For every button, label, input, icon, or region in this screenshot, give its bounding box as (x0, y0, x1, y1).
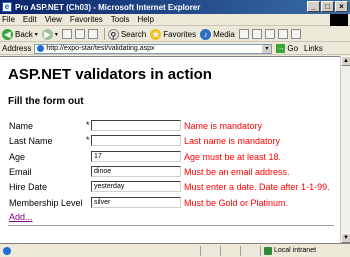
maximize-button[interactable]: □ (321, 1, 334, 12)
menu-help[interactable]: Help (137, 15, 153, 24)
intranet-zone-icon (264, 247, 272, 255)
search-label: Search (120, 29, 147, 39)
forward-arrow-icon: ▶ (41, 28, 53, 40)
form-row-hire-date: Hire Date yesterday Must enter a date. D… (9, 181, 339, 193)
stop-icon[interactable] (61, 29, 72, 39)
menu-favorites[interactable]: Favorites (70, 15, 103, 24)
horizontal-rule (8, 225, 334, 226)
minimize-button[interactable]: _ (307, 1, 320, 12)
menu-file[interactable]: File (2, 15, 15, 24)
go-label: Go (287, 44, 299, 53)
toolbar-separator (103, 28, 105, 40)
hire-date-input[interactable]: yesterday (91, 181, 181, 192)
forward-button[interactable]: ▶ ▾ (41, 28, 58, 40)
media-icon: ♪ (200, 28, 212, 40)
chevron-down-icon: ▾ (54, 31, 58, 38)
media-label: Media (213, 29, 235, 39)
required-marker: * (86, 135, 90, 145)
validation-error: Must enter a date. Date after 1-1-99. (184, 182, 330, 192)
search-button[interactable]: ⚲ Search (107, 28, 147, 40)
field-label: Membership Level (9, 198, 83, 208)
go-button[interactable]: → Go (276, 44, 298, 53)
menu-bar: File Edit View Favorites Tools Help (0, 14, 350, 26)
field-label: Hire Date (9, 182, 48, 192)
validation-error: Must be an email address. (184, 167, 290, 177)
window-title: Pro ASP.NET (Ch03) - Microsoft Internet … (15, 2, 201, 12)
add-link[interactable]: Add... (9, 212, 33, 222)
address-input[interactable]: http://expo-star/test/validating.aspx ▾ (34, 43, 273, 54)
validation-error: Must be Gold or Platinum. (184, 198, 289, 208)
discuss-icon[interactable] (290, 29, 301, 39)
status-separator (200, 246, 201, 256)
search-icon: ⚲ (107, 28, 119, 40)
status-separator (240, 246, 241, 256)
chevron-down-icon[interactable]: ▾ (262, 44, 272, 53)
age-input[interactable]: 17 (91, 151, 181, 162)
form-row-email: Email dinoe Must be an email address. (9, 166, 339, 178)
status-bar: Local intranet (0, 243, 350, 257)
status-separator (260, 246, 261, 256)
field-label: Age (9, 152, 26, 162)
address-bar: Address http://expo-star/test/validating… (0, 43, 350, 55)
address-url: http://expo-star/test/validating.aspx (46, 45, 155, 52)
last-name-input[interactable] (91, 135, 181, 146)
edit-icon[interactable] (277, 29, 288, 39)
status-separator (220, 246, 221, 256)
menu-edit[interactable]: Edit (23, 15, 37, 24)
name-input[interactable] (91, 120, 181, 131)
refresh-icon[interactable] (74, 29, 85, 39)
field-label: Email (9, 167, 32, 177)
page-done-icon (3, 247, 11, 255)
go-arrow-icon: → (276, 44, 286, 53)
windows-logo-icon (330, 14, 348, 26)
favorites-star-icon: ★ (150, 28, 162, 40)
back-label: Back (15, 29, 33, 39)
form-row-name: Name * Name is mandatory (9, 120, 339, 132)
required-marker: * (86, 120, 90, 130)
media-button[interactable]: ♪ Media (200, 28, 235, 40)
favorites-button[interactable]: ★ Favorites (150, 28, 197, 40)
address-label: Address (2, 44, 32, 53)
security-zone-label: Local intranet (274, 247, 317, 254)
home-icon[interactable] (87, 29, 98, 39)
scroll-up-icon[interactable]: ▲ (341, 56, 350, 66)
field-label: Last Name (9, 136, 53, 146)
back-arrow-icon: ◀ (2, 28, 13, 40)
favorites-label: Favorites (163, 29, 197, 39)
form-row-membership-level: Membership Level silver Must be Gold or … (9, 197, 339, 209)
field-label: Name (9, 121, 34, 131)
menu-view[interactable]: View (45, 15, 62, 24)
print-icon[interactable] (264, 29, 275, 39)
page-icon (37, 45, 45, 52)
page-subheading: Fill the form out (8, 96, 84, 107)
vertical-scrollbar[interactable]: ▲ ▼ (340, 56, 350, 243)
close-button[interactable]: × (335, 1, 348, 12)
ie-app-icon: e (2, 2, 12, 12)
links-button[interactable]: Links (304, 44, 323, 53)
window-controls: _ □ × (307, 1, 348, 12)
toolbar: ◀ Back ▾ ▶ ▾ ⚲ Search ★ Favorites ♪ Medi… (0, 27, 350, 42)
form-row-age: Age 17 Age must be at least 18. (9, 151, 339, 163)
page-content (0, 56, 340, 243)
validation-error: Age must be at least 18. (184, 152, 282, 162)
history-icon[interactable] (238, 29, 249, 39)
back-button[interactable]: ◀ Back ▾ (2, 28, 38, 40)
mail-icon[interactable] (251, 29, 262, 39)
membership-level-input[interactable]: silver (91, 197, 181, 208)
menu-tools[interactable]: Tools (111, 15, 130, 24)
validation-error: Last name is mandatory (184, 136, 281, 146)
email-input[interactable]: dinoe (91, 166, 181, 177)
scroll-down-icon[interactable]: ▼ (341, 233, 350, 243)
form-row-last-name: Last Name * Last name is mandatory (9, 135, 339, 147)
title-bar: e Pro ASP.NET (Ch03) - Microsoft Interne… (0, 0, 350, 14)
chevron-down-icon: ▾ (34, 31, 38, 38)
page-heading: ASP.NET validators in action (8, 66, 212, 83)
validation-error: Name is mandatory (184, 121, 263, 131)
